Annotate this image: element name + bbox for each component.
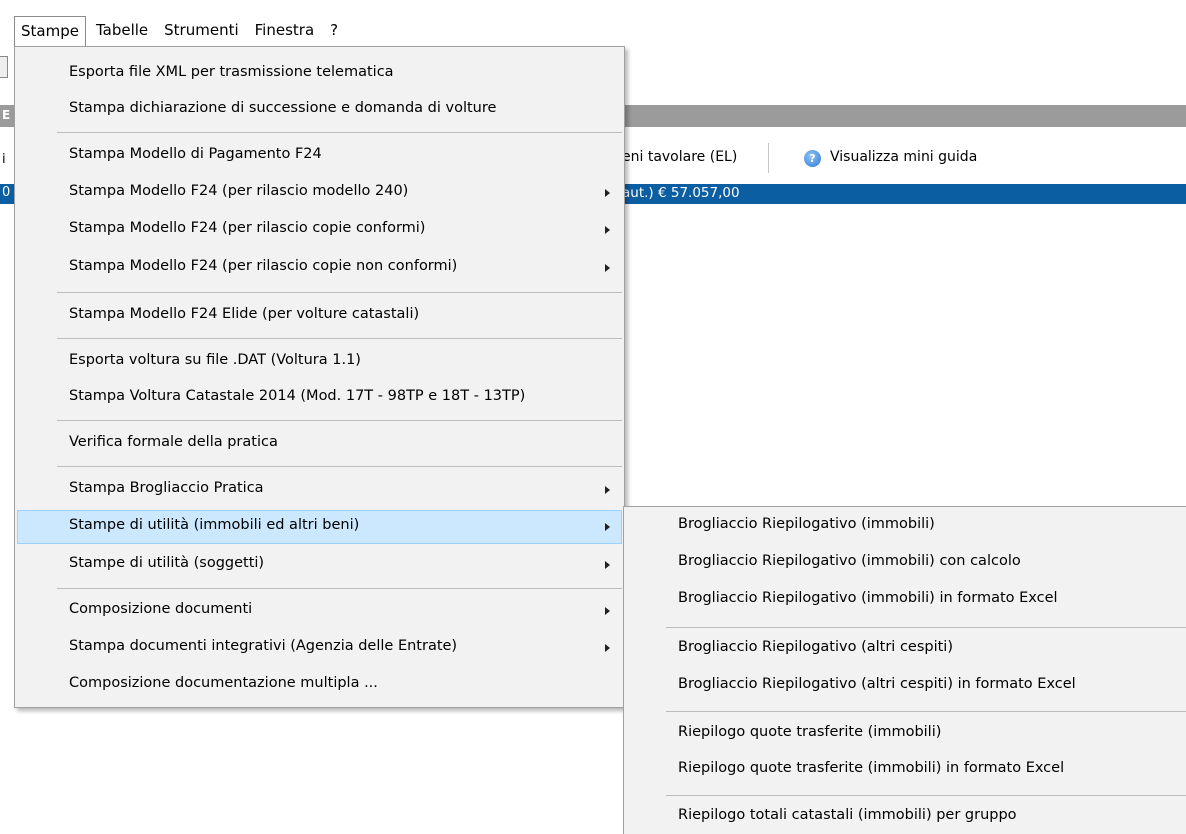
submenu-separator: [666, 711, 1186, 712]
stampe-utilita-submenu: Brogliaccio Riepilogativo (immobili) Bro…: [623, 506, 1186, 834]
menu-item-label: Esporta file XML per trasmissione telema…: [69, 64, 394, 80]
menu-help[interactable]: ?: [324, 16, 344, 46]
menu-item-brogliaccio-pratica[interactable]: Stampa Brogliaccio Pratica: [17, 473, 622, 507]
app-window: Stampe Tabelle Strumenti Finestra ? E i …: [0, 0, 1186, 834]
submenu-item-label: Brogliaccio Riepilogativo (immobili) in …: [678, 590, 1058, 606]
menu-separator: [57, 292, 622, 293]
toolbar-beni-tavolare-button[interactable]: eni tavolare (EL): [622, 149, 737, 165]
submenu-arrow-icon: [605, 644, 610, 652]
menu-item-label: Stampa dichiarazione di successione e do…: [69, 100, 497, 116]
submenu-item-quote-trasferite[interactable]: Riepilogo quote trasferite (immobili): [626, 717, 1186, 751]
row-amount: aut.) € 57.057,00: [622, 185, 740, 201]
submenu-separator: [666, 627, 1186, 628]
submenu-item-brogliaccio-altri-cespiti[interactable]: Brogliaccio Riepilogativo (altri cespiti…: [626, 632, 1186, 666]
menu-item-f24-copie-non-conformi[interactable]: Stampa Modello F24 (per rilascio copie n…: [17, 251, 622, 285]
menu-item-label: Stampa documenti integrativi (Agenzia de…: [69, 638, 458, 654]
title-bar-letter: E: [2, 108, 11, 122]
menu-item-composizione-documenti[interactable]: Composizione documenti: [17, 594, 622, 628]
menu-separator: [57, 338, 622, 339]
menu-item-stampa-dichiarazione[interactable]: Stampa dichiarazione di successione e do…: [17, 93, 622, 127]
menu-item-f24-pagamento[interactable]: Stampa Modello di Pagamento F24: [17, 139, 622, 173]
menu-tabelle[interactable]: Tabelle: [90, 16, 154, 46]
menu-item-verifica-formale[interactable]: Verifica formale della pratica: [17, 427, 622, 461]
menu-separator: [57, 132, 622, 133]
menu-item-documenti-integrativi[interactable]: Stampa documenti integrativi (Agenzia de…: [17, 631, 622, 665]
menu-separator: [57, 420, 622, 421]
submenu-arrow-icon: [605, 264, 610, 272]
submenu-arrow-icon: [605, 607, 610, 615]
submenu-arrow-icon: [605, 486, 610, 494]
submenu-item-brogliaccio-immobili-calcolo[interactable]: Brogliaccio Riepilogativo (immobili) con…: [626, 546, 1186, 580]
menu-bar: Stampe Tabelle Strumenti Finestra ?: [0, 15, 1186, 47]
submenu-item-label: Brogliaccio Riepilogativo (altri cespiti…: [678, 676, 1076, 692]
menu-item-label: Stampe di utilità (soggetti): [69, 555, 265, 571]
toolbar-left-fragment: i: [2, 152, 6, 167]
menu-item-f24-240[interactable]: Stampa Modello F24 (per rilascio modello…: [17, 176, 622, 210]
menu-item-f24-copie-conformi[interactable]: Stampa Modello F24 (per rilascio copie c…: [17, 213, 622, 247]
toolbar-separator: [768, 143, 769, 173]
toolbar-document-icon[interactable]: [0, 56, 8, 78]
menu-stampe[interactable]: Stampe: [14, 15, 86, 47]
menu-strumenti[interactable]: Strumenti: [158, 16, 244, 46]
menu-item-label: Esporta voltura su file .DAT (Voltura 1.…: [69, 352, 361, 368]
menu-item-label: Composizione documenti: [69, 601, 253, 617]
stampe-dropdown-menu: Esporta file XML per trasmissione telema…: [14, 46, 625, 708]
menu-item-label: Stampe di utilità (immobili ed altri ben…: [69, 517, 360, 533]
mini-guide-button[interactable]: Visualizza mini guida: [830, 149, 977, 165]
menu-item-voltura-catastale[interactable]: Stampa Voltura Catastale 2014 (Mod. 17T …: [17, 381, 622, 415]
submenu-arrow-icon: [605, 561, 610, 569]
submenu-item-brogliaccio-immobili-excel[interactable]: Brogliaccio Riepilogativo (immobili) in …: [626, 583, 1186, 617]
submenu-item-label: Riepilogo quote trasferite (immobili) in…: [678, 760, 1065, 776]
submenu-arrow-icon: [605, 226, 610, 234]
submenu-item-label: Riepilogo quote trasferite (immobili): [678, 724, 942, 740]
submenu-item-totali-catastali[interactable]: Riepilogo totali catastali (immobili) pe…: [626, 800, 1186, 834]
menu-item-label: Stampa Brogliaccio Pratica: [69, 480, 264, 496]
submenu-separator: [666, 795, 1186, 796]
menu-item-label: Stampa Modello di Pagamento F24: [69, 146, 322, 162]
menu-item-f24-elide[interactable]: Stampa Modello F24 Elide (per volture ca…: [17, 299, 622, 333]
menu-item-label: Stampa Modello F24 (per rilascio copie n…: [69, 258, 458, 274]
submenu-arrow-icon: [605, 189, 610, 197]
submenu-item-label: Riepilogo totali catastali (immobili) pe…: [678, 807, 1017, 823]
row-left-fragment: 0: [2, 185, 11, 200]
menu-item-stampe-utilita-soggetti[interactable]: Stampe di utilità (soggetti): [17, 548, 622, 582]
submenu-item-brogliaccio-altri-cespiti-excel[interactable]: Brogliaccio Riepilogativo (altri cespiti…: [626, 669, 1186, 703]
menu-item-stampe-utilita-immobili[interactable]: Stampe di utilità (immobili ed altri ben…: [17, 510, 622, 544]
menu-item-documentazione-multipla[interactable]: Composizione documentazione multipla ...: [17, 668, 622, 702]
menu-item-esporta-dat[interactable]: Esporta voltura su file .DAT (Voltura 1.…: [17, 345, 622, 379]
menu-separator: [57, 588, 622, 589]
submenu-item-label: Brogliaccio Riepilogativo (immobili) con…: [678, 553, 1021, 569]
menu-item-label: Stampa Voltura Catastale 2014 (Mod. 17T …: [69, 388, 526, 404]
menu-item-label: Composizione documentazione multipla ...: [69, 675, 378, 691]
menu-finestra[interactable]: Finestra: [249, 16, 321, 46]
menu-item-label: Stampa Modello F24 (per rilascio modello…: [69, 183, 409, 199]
submenu-item-label: Brogliaccio Riepilogativo (altri cespiti…: [678, 639, 953, 655]
menu-separator: [57, 466, 622, 467]
submenu-item-quote-trasferite-excel[interactable]: Riepilogo quote trasferite (immobili) in…: [626, 753, 1186, 787]
submenu-item-label: Brogliaccio Riepilogativo (immobili): [678, 516, 935, 532]
submenu-arrow-icon: [605, 523, 610, 531]
submenu-item-brogliaccio-immobili[interactable]: Brogliaccio Riepilogativo (immobili): [626, 509, 1186, 543]
menu-item-esporta-xml[interactable]: Esporta file XML per trasmissione telema…: [17, 57, 622, 91]
menu-item-label: Stampa Modello F24 Elide (per volture ca…: [69, 306, 420, 322]
menu-item-label: Verifica formale della pratica: [69, 434, 278, 450]
menu-item-label: Stampa Modello F24 (per rilascio copie c…: [69, 220, 426, 236]
help-icon[interactable]: ?: [804, 150, 821, 167]
